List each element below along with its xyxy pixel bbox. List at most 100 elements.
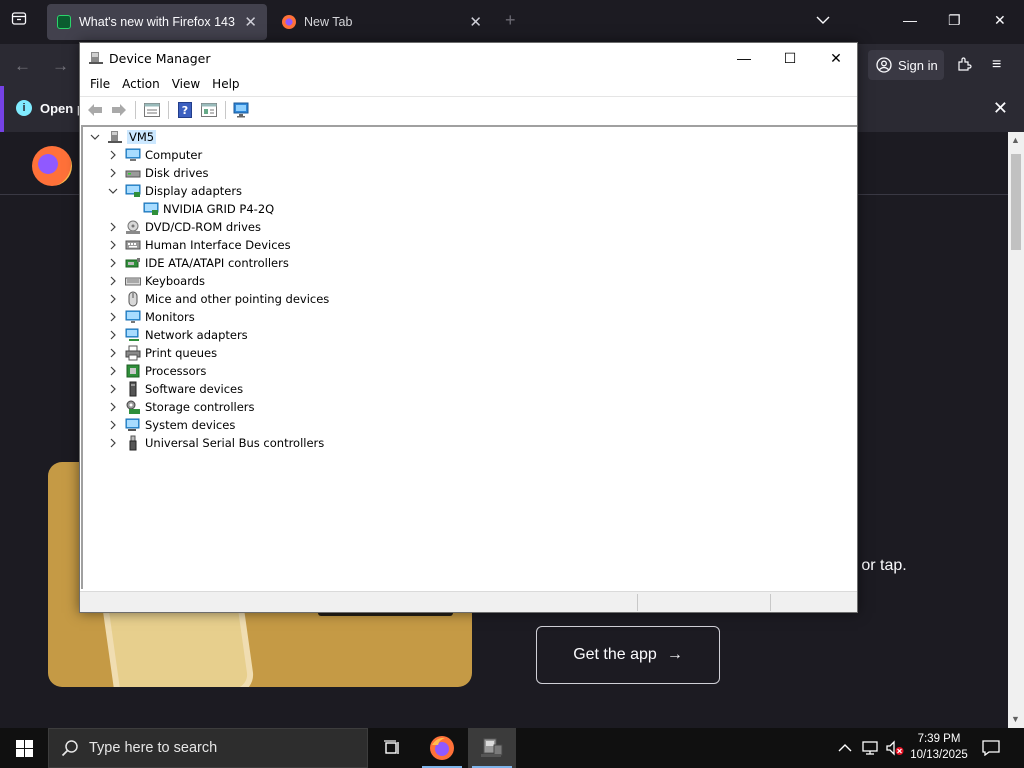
expand-chevron-icon[interactable]	[107, 218, 119, 236]
tab-close-icon[interactable]: ✕	[469, 13, 482, 31]
list-all-tabs-chevron-icon[interactable]	[816, 12, 830, 28]
firefox-app-icon	[430, 736, 454, 760]
page-scrollbar[interactable]: ▲ ▼	[1008, 132, 1024, 728]
tree-node-software-devices[interactable]: Software devices	[107, 380, 243, 398]
menu-file[interactable]: File	[84, 73, 116, 95]
minimize-icon[interactable]: —	[903, 12, 917, 28]
expand-chevron-icon[interactable]	[107, 380, 119, 398]
restore-icon[interactable]: ❐	[948, 12, 961, 29]
node-label: Display adapters	[145, 184, 243, 198]
close-icon[interactable]: ✕	[813, 43, 859, 73]
mouse-icon	[128, 291, 138, 307]
expand-chevron-icon[interactable]	[107, 344, 119, 362]
taskbar-firefox[interactable]	[418, 728, 466, 768]
expand-chevron-icon[interactable]	[107, 416, 119, 434]
tree-node-print-queues[interactable]: Print queues	[107, 344, 217, 362]
tree-leaf-nvidia-grid[interactable]: NVIDIA GRID P4-2Q	[125, 200, 274, 218]
node-label: Print queues	[145, 346, 218, 360]
tab-whats-new[interactable]: What's new with Firefox 143 ✕	[47, 4, 267, 40]
tree-node-system-devices[interactable]: System devices	[107, 416, 235, 434]
menu-hamburger-icon[interactable]: ≡	[992, 56, 1001, 74]
scrollbar-thumb[interactable]	[1011, 154, 1021, 250]
node-label: Universal Serial Bus controllers	[145, 436, 325, 450]
back-icon[interactable]: ←	[14, 56, 31, 76]
get-the-app-button[interactable]: Get the app →	[536, 626, 720, 684]
taskbar-device-manager[interactable]	[468, 728, 516, 768]
show-hidden-icons-chevron-icon[interactable]	[838, 728, 852, 768]
tree-node-usb-controllers[interactable]: Universal Serial Bus controllers	[107, 434, 324, 452]
node-label: Monitors	[145, 310, 195, 324]
scroll-up-icon[interactable]: ▲	[1011, 135, 1020, 145]
volume-muted-icon[interactable]	[885, 728, 905, 768]
tree-node-mice[interactable]: Mice and other pointing devices	[107, 290, 329, 308]
node-label: Network adapters	[145, 328, 248, 342]
expand-chevron-icon[interactable]	[107, 326, 119, 344]
tree-node-keyboards[interactable]: Keyboards	[107, 272, 205, 290]
properties-sheet-icon[interactable]	[141, 99, 163, 121]
maximize-icon[interactable]: ☐	[767, 43, 813, 73]
tree-node-computer[interactable]: Computer	[107, 146, 202, 164]
start-button[interactable]	[0, 728, 48, 768]
tree-node-dvd-cdrom[interactable]: DVD/CD-ROM drives	[107, 218, 261, 236]
scroll-down-icon[interactable]: ▼	[1011, 714, 1020, 724]
menu-action[interactable]: Action	[116, 73, 166, 95]
scan-hardware-changes-icon[interactable]	[231, 99, 253, 121]
notification-center-icon[interactable]	[982, 728, 1000, 768]
device-tree[interactable]: VM5 Computer Disk drives Display adapter…	[81, 125, 857, 589]
taskbar-search-box[interactable]: Type here to search	[48, 728, 368, 768]
search-icon	[61, 740, 78, 757]
close-icon[interactable]: ✕	[994, 12, 1006, 29]
expand-chevron-icon[interactable]	[107, 272, 119, 290]
expand-chevron-icon[interactable]	[107, 254, 119, 272]
expand-chevron-icon[interactable]	[107, 308, 119, 326]
system-clock[interactable]: 7:39 PM 10/13/2025	[906, 731, 972, 763]
tab-close-icon[interactable]: ✕	[244, 13, 257, 31]
tree-node-display-adapters[interactable]: Display adapters	[107, 182, 242, 200]
tab-label: What's new with Firefox 143	[79, 15, 235, 29]
help-icon[interactable]: ?	[174, 99, 196, 121]
usb-icon	[129, 435, 137, 451]
menu-bar: File Action View Help	[80, 73, 857, 95]
minimize-icon[interactable]: —	[721, 43, 767, 73]
computer-icon	[125, 148, 141, 161]
menu-view[interactable]: View	[166, 73, 206, 95]
view-details-icon[interactable]	[198, 99, 220, 121]
expand-chevron-icon[interactable]	[107, 164, 119, 182]
tree-node-ide-ata[interactable]: IDE ATA/ATAPI controllers	[107, 254, 289, 272]
display-adapter-icon	[143, 202, 159, 215]
expand-chevron-icon[interactable]	[107, 146, 119, 164]
node-label: System devices	[145, 418, 236, 432]
tree-node-hid[interactable]: Human Interface Devices	[107, 236, 291, 254]
tree-node-monitors[interactable]: Monitors	[107, 308, 195, 326]
node-label: NVIDIA GRID P4-2Q	[163, 202, 275, 216]
firefox-logo-icon	[32, 146, 72, 186]
task-view-button[interactable]	[368, 728, 416, 768]
expand-chevron-icon[interactable]	[107, 290, 119, 308]
tree-node-network-adapters[interactable]: Network adapters	[107, 326, 248, 344]
collapse-chevron-icon[interactable]	[107, 182, 119, 200]
tree-root[interactable]: VM5	[89, 128, 157, 146]
expand-chevron-icon[interactable]	[107, 362, 119, 380]
network-icon[interactable]	[862, 728, 880, 768]
expand-chevron-icon[interactable]	[107, 398, 119, 416]
sign-in-button[interactable]: Sign in	[868, 50, 944, 80]
forward-icon[interactable]: →	[52, 56, 69, 76]
collapse-chevron-icon[interactable]	[89, 128, 101, 146]
notification-close-icon[interactable]: ✕	[993, 98, 1008, 119]
tree-node-disk-drives[interactable]: Disk drives	[107, 164, 208, 182]
processor-icon	[126, 364, 140, 378]
extensions-icon[interactable]	[956, 56, 972, 77]
menu-help[interactable]: Help	[206, 73, 245, 95]
device-manager-app-icon	[89, 52, 103, 64]
tree-node-processors[interactable]: Processors	[107, 362, 206, 380]
sign-in-label: Sign in	[898, 57, 938, 73]
expand-chevron-icon[interactable]	[107, 236, 119, 254]
tab-new-tab[interactable]: New Tab ✕	[272, 4, 492, 40]
tree-node-storage-controllers[interactable]: Storage controllers	[107, 398, 255, 416]
expand-chevron-icon[interactable]	[107, 434, 119, 452]
back-arrow-icon[interactable]	[84, 99, 106, 121]
firefox-view-icon[interactable]	[8, 10, 30, 32]
status-cell-divider	[637, 594, 638, 611]
forward-arrow-icon[interactable]	[108, 99, 130, 121]
new-tab-plus-icon[interactable]: +	[505, 10, 516, 31]
